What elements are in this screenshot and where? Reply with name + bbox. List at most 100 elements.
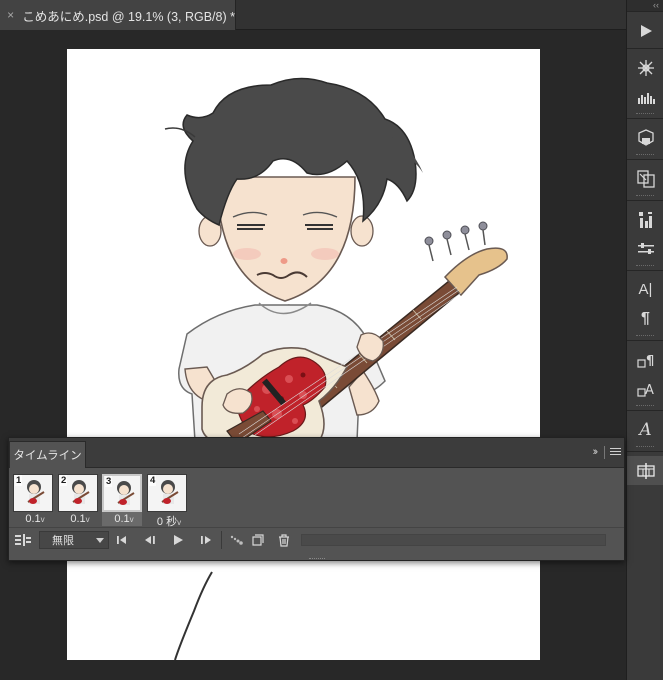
frame-thumbnail[interactable]: 3: [102, 474, 142, 512]
loop-options-select[interactable]: 無限: [39, 531, 109, 549]
header-divider: [604, 446, 605, 459]
character-icon: A|: [638, 281, 653, 298]
tween-icon: [230, 535, 243, 545]
frame-delay-value: 0.1: [25, 513, 41, 525]
dock-group-brush: [627, 49, 663, 119]
paragraph-styles-button[interactable]: ¶: [627, 345, 663, 374]
play-button[interactable]: [169, 531, 187, 549]
frame-number: 2: [60, 475, 68, 486]
panel-resize-grip[interactable]: [309, 558, 325, 562]
caret-down-icon: [96, 538, 104, 543]
document-canvas[interactable]: [67, 49, 540, 660]
dock-group-clone: [627, 160, 663, 201]
next-frame-button[interactable]: [197, 531, 215, 549]
duplicate-frame-button[interactable]: [249, 531, 267, 549]
animation-frame[interactable]: 4 0 秒v: [147, 474, 187, 528]
chevron-down-icon: v: [129, 515, 134, 524]
paragraph-panel-button[interactable]: ¶: [627, 304, 663, 333]
character-panel-button[interactable]: A|: [627, 275, 663, 304]
dock-group-adjust: [627, 201, 663, 271]
dock-grip[interactable]: [636, 446, 654, 448]
previous-frame-button[interactable]: [141, 531, 159, 549]
character-styles-button[interactable]: A: [627, 374, 663, 403]
frame-number: 1: [15, 475, 23, 486]
brush-settings-icon: [637, 59, 654, 76]
animation-frame-selected[interactable]: 3 0.1v: [102, 474, 142, 526]
character-styles-icon: A: [636, 383, 654, 398]
3d-icon: [637, 128, 654, 146]
timeline-panel: タイムライン ›› 1 0.1v 2 0.1v 3 0.1v 4 0 秒v 無限: [8, 437, 625, 561]
timeline-controls: 無限: [9, 527, 624, 551]
timeline-header: タイムライン ››: [9, 438, 624, 468]
brush-settings-button[interactable]: [627, 53, 663, 82]
document-tab-title: こめあにめ.psd @ 19.1% (3, RGB/8) *: [22, 9, 235, 24]
dock-group-type: A| ¶: [627, 271, 663, 341]
chevron-down-icon: v: [85, 515, 90, 524]
panel-dock: ‹‹ A| ¶ ¶ A A: [626, 0, 663, 680]
frame-thumbnail[interactable]: 1: [13, 474, 53, 512]
next-frame-icon: [201, 536, 211, 544]
chevron-down-icon: v: [177, 518, 182, 527]
delete-frame-button[interactable]: [275, 531, 293, 549]
paragraph-icon: ¶: [641, 309, 650, 327]
timeline-scrollbar[interactable]: [301, 534, 606, 546]
svg-text:A: A: [645, 383, 654, 398]
canvas-area[interactable]: [0, 31, 626, 680]
frame-strip: 1 0.1v 2 0.1v 3 0.1v 4 0 秒v: [9, 469, 624, 528]
frame-thumbnail[interactable]: 2: [58, 474, 98, 512]
collapse-panel-icon[interactable]: ››: [593, 446, 599, 458]
frame-preview-image: [72, 480, 90, 504]
paragraph-styles-icon: ¶: [636, 354, 654, 369]
first-frame-button[interactable]: [113, 531, 131, 549]
dock-grip[interactable]: [636, 405, 654, 407]
dock-group-3d: [627, 119, 663, 160]
frame-preview-image: [161, 480, 179, 504]
chevron-down-icon: v: [40, 515, 45, 524]
tween-button[interactable]: [227, 531, 245, 549]
play-icon: [640, 24, 652, 37]
frame-number: 4: [149, 475, 157, 486]
dock-grip[interactable]: [636, 154, 654, 156]
clone-source-icon: [636, 169, 655, 188]
dock-grip[interactable]: [636, 335, 654, 337]
svg-text:¶: ¶: [646, 354, 654, 369]
dock-grip[interactable]: [636, 265, 654, 267]
animation-frame[interactable]: 1 0.1v: [13, 474, 53, 526]
animation-frame[interactable]: 2 0.1v: [58, 474, 98, 526]
previous-frame-icon: [145, 536, 155, 544]
frame-preview-image: [27, 480, 45, 504]
frame-number: 3: [105, 476, 113, 487]
play-actions-button[interactable]: [627, 16, 663, 45]
glyphs-icon: A: [639, 419, 652, 440]
document-tab[interactable]: × こめあにめ.psd @ 19.1% (3, RGB/8) *: [0, 0, 236, 30]
3d-panel-button[interactable]: [627, 123, 663, 152]
dock-grip[interactable]: [636, 113, 654, 115]
convert-timeline-icon: [15, 534, 31, 546]
clone-source-button[interactable]: [627, 164, 663, 193]
histogram-button[interactable]: [627, 82, 663, 111]
adjustments-button[interactable]: [627, 205, 663, 234]
close-tab-icon[interactable]: ×: [1, 8, 20, 22]
dock-group-actions: [627, 12, 663, 49]
convert-to-video-timeline-button[interactable]: [14, 531, 32, 549]
panel-menu-icon[interactable]: [610, 448, 621, 457]
frame-preview-image: [117, 481, 135, 505]
glyphs-panel-button[interactable]: A: [627, 415, 663, 444]
document-tab-bar: × こめあにめ.psd @ 19.1% (3, RGB/8) *: [0, 0, 626, 30]
frame-thumbnail[interactable]: 4: [147, 474, 187, 512]
new-frame-icon: [252, 534, 264, 546]
frame-delay-dropdown[interactable]: 0.1v: [58, 513, 102, 525]
first-frame-icon: [117, 536, 126, 544]
properties-button[interactable]: [627, 234, 663, 263]
frame-delay-dropdown[interactable]: 0.1v: [13, 513, 57, 525]
properties-icon: [637, 242, 654, 254]
dock-group-glyphs: A: [627, 411, 663, 452]
tab-timeline[interactable]: タイムライン: [9, 441, 86, 468]
dock-collapse-button[interactable]: ‹‹: [627, 0, 663, 12]
timeline-panel-button[interactable]: [627, 456, 663, 485]
dock-grip[interactable]: [636, 195, 654, 197]
adjustments-icon: [638, 211, 652, 228]
play-icon: [174, 535, 183, 545]
dock-group-timeline: [627, 452, 663, 488]
frame-delay-dropdown[interactable]: 0.1v: [102, 513, 146, 525]
